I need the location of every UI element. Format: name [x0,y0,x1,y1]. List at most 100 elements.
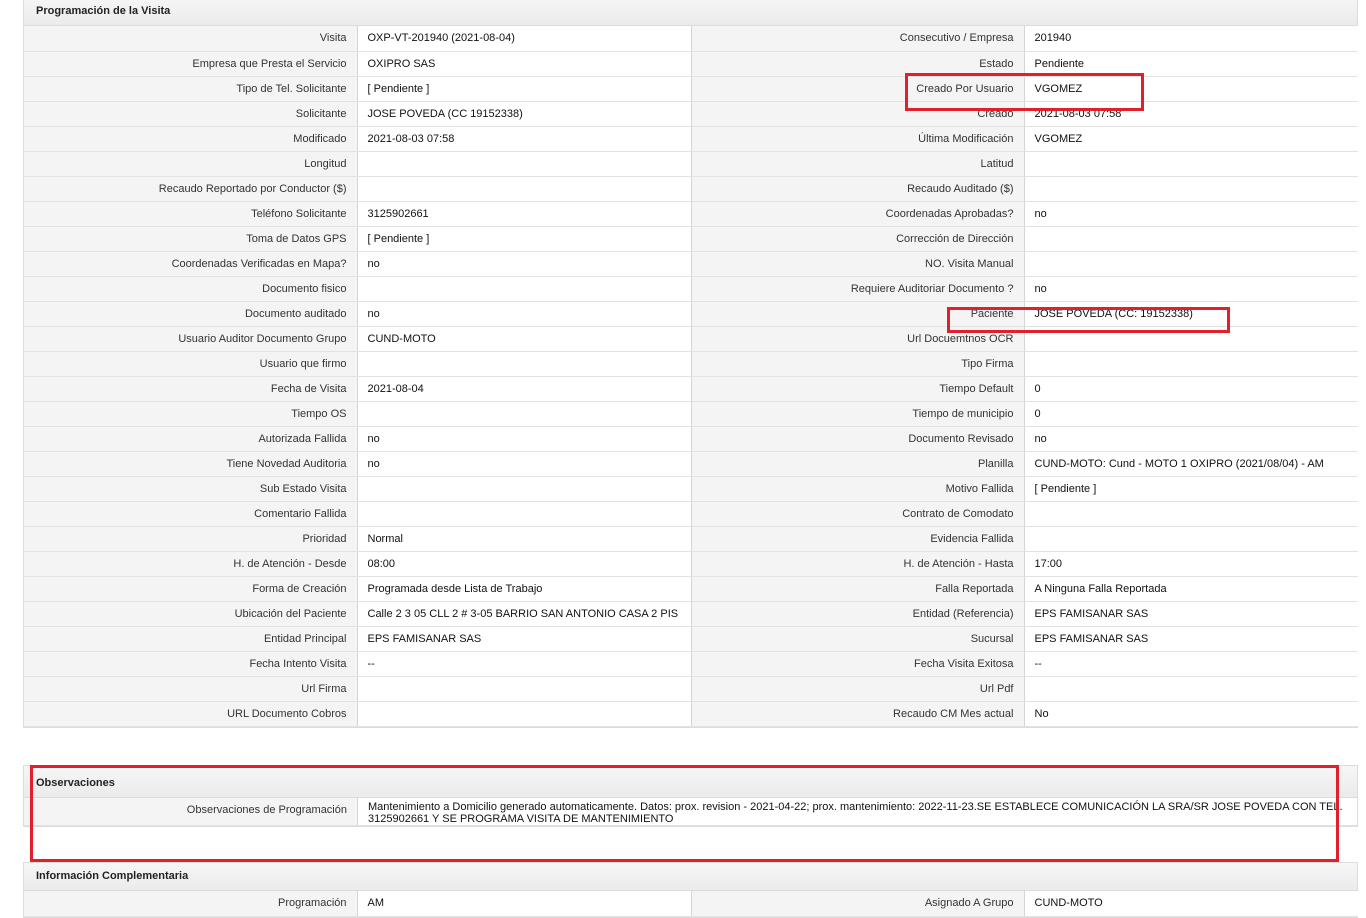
table-row: Tiene Novedad Auditoria no Planilla CUND-M… [24,451,1358,477]
field-label: Sucursal [691,626,1024,652]
field-label: Estado [691,51,1024,77]
table-row: Forma de Creación Programada desde Lista … [24,576,1358,602]
field-value: no [356,301,692,327]
field-value: CUND-MOTO [356,326,692,352]
field-label: Usuario Auditor Documento Grupo [24,326,357,352]
table-row: Prioridad Normal Evidencia Fallida [24,526,1358,552]
table-row: Usuario Auditor Documento Grupo CUND-MOTO… [24,326,1358,352]
field-label: Creado [691,101,1024,127]
table-row: URL Documento Cobros Recaudo CM Mes actua… [24,701,1358,727]
field-value [356,351,692,377]
field-label: URL Documento Cobros [24,701,357,727]
field-label: Tipo de Tel. Solicitante [24,76,357,102]
field-value: no [356,451,692,477]
programacion-table: Visita OXP-VT-201940 (2021-08-04) Consecut… [24,26,1358,727]
field-label: Visita [24,26,357,52]
field-value: A Ninguna Falla Reportada [1023,576,1358,602]
field-value [1023,226,1358,252]
field-value [356,501,692,527]
field-label: Url Pdf [691,676,1024,702]
complementaria-panel: Información Complementaria Programación A… [23,862,1358,918]
field-value [1023,151,1358,177]
field-value: OXIPRO SAS [356,51,692,77]
field-label: Forma de Creación [24,576,357,602]
field-label: Coordenadas Aprobadas? [691,201,1024,227]
field-value: 2021-08-03 07:58 [1023,101,1358,127]
programacion-title: Programación de la Visita [24,0,1357,26]
table-row: Solicitante JOSE POVEDA (CC 19152338) Crea… [24,101,1358,127]
field-value: Calle 2 3 05 CLL 2 # 3-05 BARRIO SAN ANT… [356,601,692,627]
field-value: Normal [356,526,692,552]
complementaria-title: Información Complementaria [24,863,1357,891]
field-label: Requiere Auditoriar Documento ? [691,276,1024,302]
field-value: EPS FAMISANAR SAS [356,626,692,652]
table-row: Tiempo OS Tiempo de municipio 0 [24,401,1358,427]
field-value: 201940 [1023,26,1358,52]
field-value: 08:00 [356,551,692,577]
field-value [356,676,692,702]
field-value: VGOMEZ [1023,76,1358,102]
field-value [1023,526,1358,552]
field-value: CUND-MOTO: Cund - MOTO 1 OXIPRO (2021/08… [1023,451,1358,477]
observaciones-row: Observaciones de Programación Mantenimie… [24,798,1357,826]
field-label: Documento auditado [24,301,357,327]
table-row: Teléfono Solicitante 3125902661 Coordenada… [24,201,1358,227]
field-value [1023,251,1358,277]
field-value: [ Pendiente ] [356,226,692,252]
field-value: OXP-VT-201940 (2021-08-04) [356,26,692,52]
field-label: Motivo Fallida [691,476,1024,502]
table-row: Sub Estado Visita Motivo Fallida[ Pendien… [24,476,1358,502]
field-value [1023,326,1358,352]
table-row: Usuario que firmo Tipo Firma [24,351,1358,377]
table-row: Coordenadas Verificadas en Mapa? no NO. V… [24,251,1358,277]
field-value: 2021-08-03 07:58 [356,126,692,152]
field-value: VGOMEZ [1023,126,1358,152]
field-label: Prioridad [24,526,357,552]
field-label: Autorizada Fallida [24,426,357,452]
table-row: Programación AM Asignado A Grupo CUND-MOTO [24,891,1358,917]
field-label: Planilla [691,451,1024,477]
field-label: Documento Revisado [691,426,1024,452]
field-label: H. de Atención - Desde [24,551,357,577]
field-label: Modificado [24,126,357,152]
field-label: Ubicación del Paciente [24,601,357,627]
field-label: Teléfono Solicitante [24,201,357,227]
field-label: Coordenadas Verificadas en Mapa? [24,251,357,277]
field-label: Consecutivo / Empresa [691,26,1024,52]
field-value: 3125902661 [356,201,692,227]
table-row: Documento fisico Requiere Auditoriar Docu… [24,276,1358,302]
field-value: [ Pendiente ] [356,76,692,102]
field-label: Paciente [691,301,1024,327]
field-label: Programación [24,891,357,917]
field-value: no [1023,201,1358,227]
table-row: Fecha de Visita 2021-08-04 Tiempo Default… [24,376,1358,402]
field-label: Comentario Fallida [24,501,357,527]
field-value: EPS FAMISANAR SAS [1023,601,1358,627]
field-label: Asignado A Grupo [691,891,1024,917]
field-value [1023,501,1358,527]
field-value: Pendiente [1023,51,1358,77]
field-label: Tiempo de municipio [691,401,1024,427]
field-value: 0 [1023,401,1358,427]
field-value: no [356,426,692,452]
field-value: [ Pendiente ] [1023,476,1358,502]
field-label: Recaudo Reportado por Conductor ($) [24,176,357,202]
field-label: Contrato de Comodato [691,501,1024,527]
field-label: Falla Reportada [691,576,1024,602]
field-label: Solicitante [24,101,357,127]
table-row: Autorizada Fallida no Documento Revisado … [24,426,1358,452]
table-row: Fecha Intento Visita -- Fecha Visita Exit… [24,651,1358,677]
field-label: NO. Visita Manual [691,251,1024,277]
field-value: AM [356,891,692,917]
field-value [356,151,692,177]
field-label: Sub Estado Visita [24,476,357,502]
field-label: Usuario que firmo [24,351,357,377]
field-value [356,401,692,427]
field-value: 17:00 [1023,551,1358,577]
field-value: Programada desde Lista de Trabajo [356,576,692,602]
table-row: H. de Atención - Desde 08:00 H. de Atenció… [24,551,1358,577]
table-row: Tipo de Tel. Solicitante[ Pendiente ] Cre… [24,76,1358,102]
programacion-panel: Programación de la Visita Visita OXP-VT-2… [23,0,1358,728]
table-row: Ubicación del Paciente Calle 2 3 05 CLL 2… [24,601,1358,627]
table-row: Documento auditado no Paciente JOSE POVEDA… [24,301,1358,327]
